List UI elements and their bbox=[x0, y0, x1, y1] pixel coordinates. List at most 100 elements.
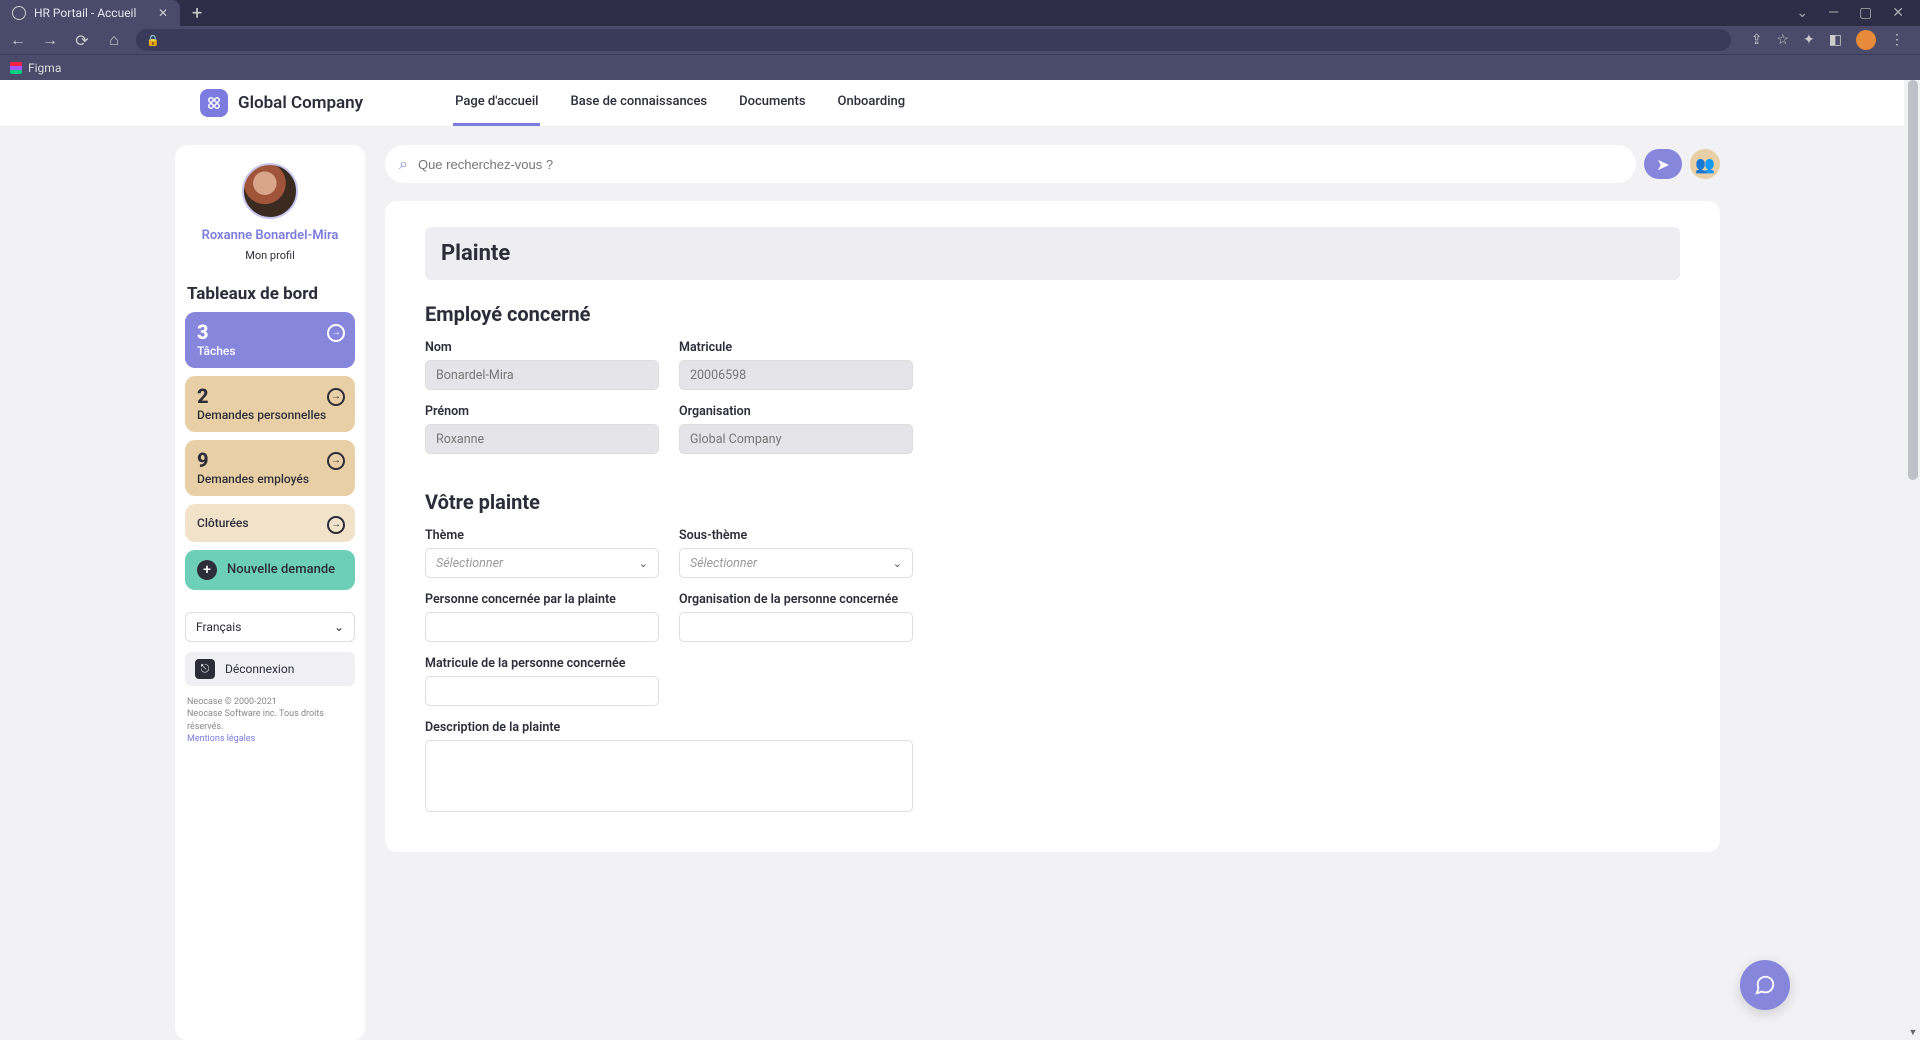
tasks-label: Tâches bbox=[197, 344, 343, 358]
label-personne: Personne concernée par la plainte bbox=[425, 592, 659, 607]
field-personne: Personne concernée par la plainte bbox=[425, 592, 659, 642]
search-icon: ⌕ bbox=[399, 154, 408, 174]
new-request-button[interactable]: + Nouvelle demande bbox=[185, 550, 355, 590]
profile-avatar-icon[interactable] bbox=[1856, 30, 1876, 50]
figma-icon bbox=[10, 62, 22, 74]
complaint-grid: Thème Sélectionner ⌄ Sous-thème Sélectio… bbox=[425, 528, 1680, 812]
dashboards-title: Tableaux de bord bbox=[187, 284, 353, 304]
chat-fab[interactable] bbox=[1740, 960, 1790, 1010]
label-description: Description de la plainte bbox=[425, 720, 913, 735]
maximize-icon[interactable]: ▢ bbox=[1859, 5, 1872, 21]
new-tab-button[interactable]: + bbox=[180, 3, 214, 24]
section-complaint-title: Vôtre plainte bbox=[425, 490, 1680, 514]
bookmark-figma[interactable]: Figma bbox=[28, 61, 61, 75]
new-request-label: Nouvelle demande bbox=[227, 562, 335, 577]
label-org-personne: Organisation de la personne concernée bbox=[679, 592, 913, 607]
browser-tab[interactable]: HR Portail - Accueil ✕ bbox=[0, 0, 180, 26]
input-matricule-personne[interactable] bbox=[425, 676, 659, 706]
language-value: Français bbox=[196, 620, 241, 634]
legal-line1: Neocase © 2000-2021 bbox=[187, 696, 353, 709]
forward-icon[interactable]: → bbox=[40, 30, 60, 50]
logout-button[interactable]: ⎋ Déconnexion bbox=[185, 652, 355, 686]
search-input[interactable] bbox=[418, 157, 1622, 172]
back-icon[interactable]: ← bbox=[8, 30, 28, 50]
field-org-personne: Organisation de la personne concernée bbox=[679, 592, 913, 642]
browser-nav-bar: ← → ⟳ ⌂ 🔒 ⇪ ☆ ✦ ◧ ⋮ bbox=[0, 26, 1920, 54]
field-matricule: Matricule 20006598 bbox=[679, 340, 913, 390]
form-title-bar: Plainte bbox=[425, 227, 1680, 280]
form-panel: Plainte Employé concerné Nom Bonardel-Mi… bbox=[385, 201, 1720, 852]
dash-card-closed[interactable]: Clôturées → bbox=[185, 504, 355, 542]
extensions-icon[interactable]: ✦ bbox=[1803, 32, 1815, 48]
nav-docs[interactable]: Documents bbox=[737, 80, 807, 126]
employee-grid: Nom Bonardel-Mira Matricule 20006598 Pré… bbox=[425, 340, 1680, 454]
dash-card-employees[interactable]: 9 Demandes employés → bbox=[185, 440, 355, 496]
personal-label: Demandes personnelles bbox=[197, 408, 343, 422]
share-icon[interactable]: ⇪ bbox=[1751, 32, 1763, 48]
label-prenom: Prénom bbox=[425, 404, 659, 419]
chevron-down-icon[interactable]: ⌄ bbox=[1796, 5, 1808, 21]
user-avatar[interactable] bbox=[242, 163, 298, 219]
search-box[interactable]: ⌕ bbox=[385, 145, 1636, 183]
input-personne[interactable] bbox=[425, 612, 659, 642]
sidebar: Roxanne Bonardel-Mira Mon profil Tableau… bbox=[175, 145, 365, 1040]
menu-icon[interactable]: ⋮ bbox=[1890, 32, 1904, 48]
home-icon[interactable]: ⌂ bbox=[104, 30, 124, 50]
close-window-icon[interactable]: ✕ bbox=[1892, 5, 1904, 21]
arrow-right-icon: → bbox=[327, 324, 345, 342]
label-organisation: Organisation bbox=[679, 404, 913, 419]
logout-label: Déconnexion bbox=[225, 662, 294, 676]
form-title: Plainte bbox=[441, 241, 1664, 266]
star-icon[interactable]: ☆ bbox=[1776, 32, 1789, 48]
language-select[interactable]: Français ⌄ bbox=[185, 612, 355, 642]
label-theme: Thème bbox=[425, 528, 659, 543]
scrollbar-track[interactable]: ▼ bbox=[1904, 80, 1920, 1040]
section-employee-title: Employé concerné bbox=[425, 302, 1680, 326]
logo[interactable]: Global Company bbox=[200, 89, 363, 117]
field-prenom: Prénom Roxanne bbox=[425, 404, 659, 454]
field-organisation: Organisation Global Company bbox=[679, 404, 913, 454]
input-organisation: Global Company bbox=[679, 424, 913, 454]
nav-home[interactable]: Page d'accueil bbox=[453, 80, 540, 126]
field-matricule-personne: Matricule de la personne concernée bbox=[425, 656, 659, 706]
legal-line2: Neocase Software inc. Tous droits réserv… bbox=[187, 708, 353, 733]
label-matricule-personne: Matricule de la personne concernée bbox=[425, 656, 659, 671]
dash-card-personal[interactable]: 2 Demandes personnelles → bbox=[185, 376, 355, 432]
nav-kb[interactable]: Base de connaissances bbox=[568, 80, 709, 126]
tab-bar: HR Portail - Accueil ✕ + ⌄ — ▢ ✕ bbox=[0, 0, 1920, 26]
page-body: Roxanne Bonardel-Mira Mon profil Tableau… bbox=[0, 127, 1920, 1040]
select-soustheme[interactable]: Sélectionner ⌄ bbox=[679, 548, 913, 578]
select-placeholder: Sélectionner bbox=[436, 556, 503, 571]
address-bar[interactable]: 🔒 bbox=[136, 29, 1731, 51]
globe-icon bbox=[12, 6, 26, 20]
logout-icon: ⎋ bbox=[195, 659, 215, 679]
panel-icon[interactable]: ◧ bbox=[1829, 32, 1842, 48]
textarea-description[interactable] bbox=[425, 740, 913, 812]
send-button[interactable]: ➤ bbox=[1644, 149, 1682, 179]
minimize-icon[interactable]: — bbox=[1828, 5, 1839, 21]
main-column: ⌕ ➤ 👥 Plainte Employé concerné Nom Bonar… bbox=[385, 145, 1720, 1040]
browser-chrome: HR Portail - Accueil ✕ + ⌄ — ▢ ✕ ← → ⟳ ⌂… bbox=[0, 0, 1920, 80]
top-nav: Page d'accueil Base de connaissances Doc… bbox=[453, 80, 907, 126]
nav-onboarding[interactable]: Onboarding bbox=[836, 80, 908, 126]
input-prenom: Roxanne bbox=[425, 424, 659, 454]
window-controls: ⌄ — ▢ ✕ bbox=[1780, 5, 1920, 21]
dash-card-tasks[interactable]: 3 Tâches → bbox=[185, 312, 355, 368]
scroll-down-icon[interactable]: ▼ bbox=[1908, 1027, 1918, 1038]
reload-icon[interactable]: ⟳ bbox=[72, 31, 92, 50]
select-theme[interactable]: Sélectionner ⌄ bbox=[425, 548, 659, 578]
company-name: Global Company bbox=[238, 93, 363, 113]
close-icon[interactable]: ✕ bbox=[158, 6, 168, 20]
chrome-actions: ⇪ ☆ ✦ ◧ ⋮ bbox=[1743, 30, 1912, 50]
lock-icon: 🔒 bbox=[146, 34, 160, 47]
logo-icon bbox=[200, 89, 228, 117]
input-org-personne[interactable] bbox=[679, 612, 913, 642]
scrollbar-thumb[interactable] bbox=[1908, 80, 1918, 480]
people-button[interactable]: 👥 bbox=[1690, 149, 1720, 179]
label-nom: Nom bbox=[425, 340, 659, 355]
address-text bbox=[166, 33, 169, 47]
label-matricule: Matricule bbox=[679, 340, 913, 355]
chevron-down-icon: ⌄ bbox=[334, 620, 344, 634]
legal-link[interactable]: Mentions légales bbox=[187, 734, 255, 744]
my-profile-link[interactable]: Mon profil bbox=[185, 249, 355, 262]
